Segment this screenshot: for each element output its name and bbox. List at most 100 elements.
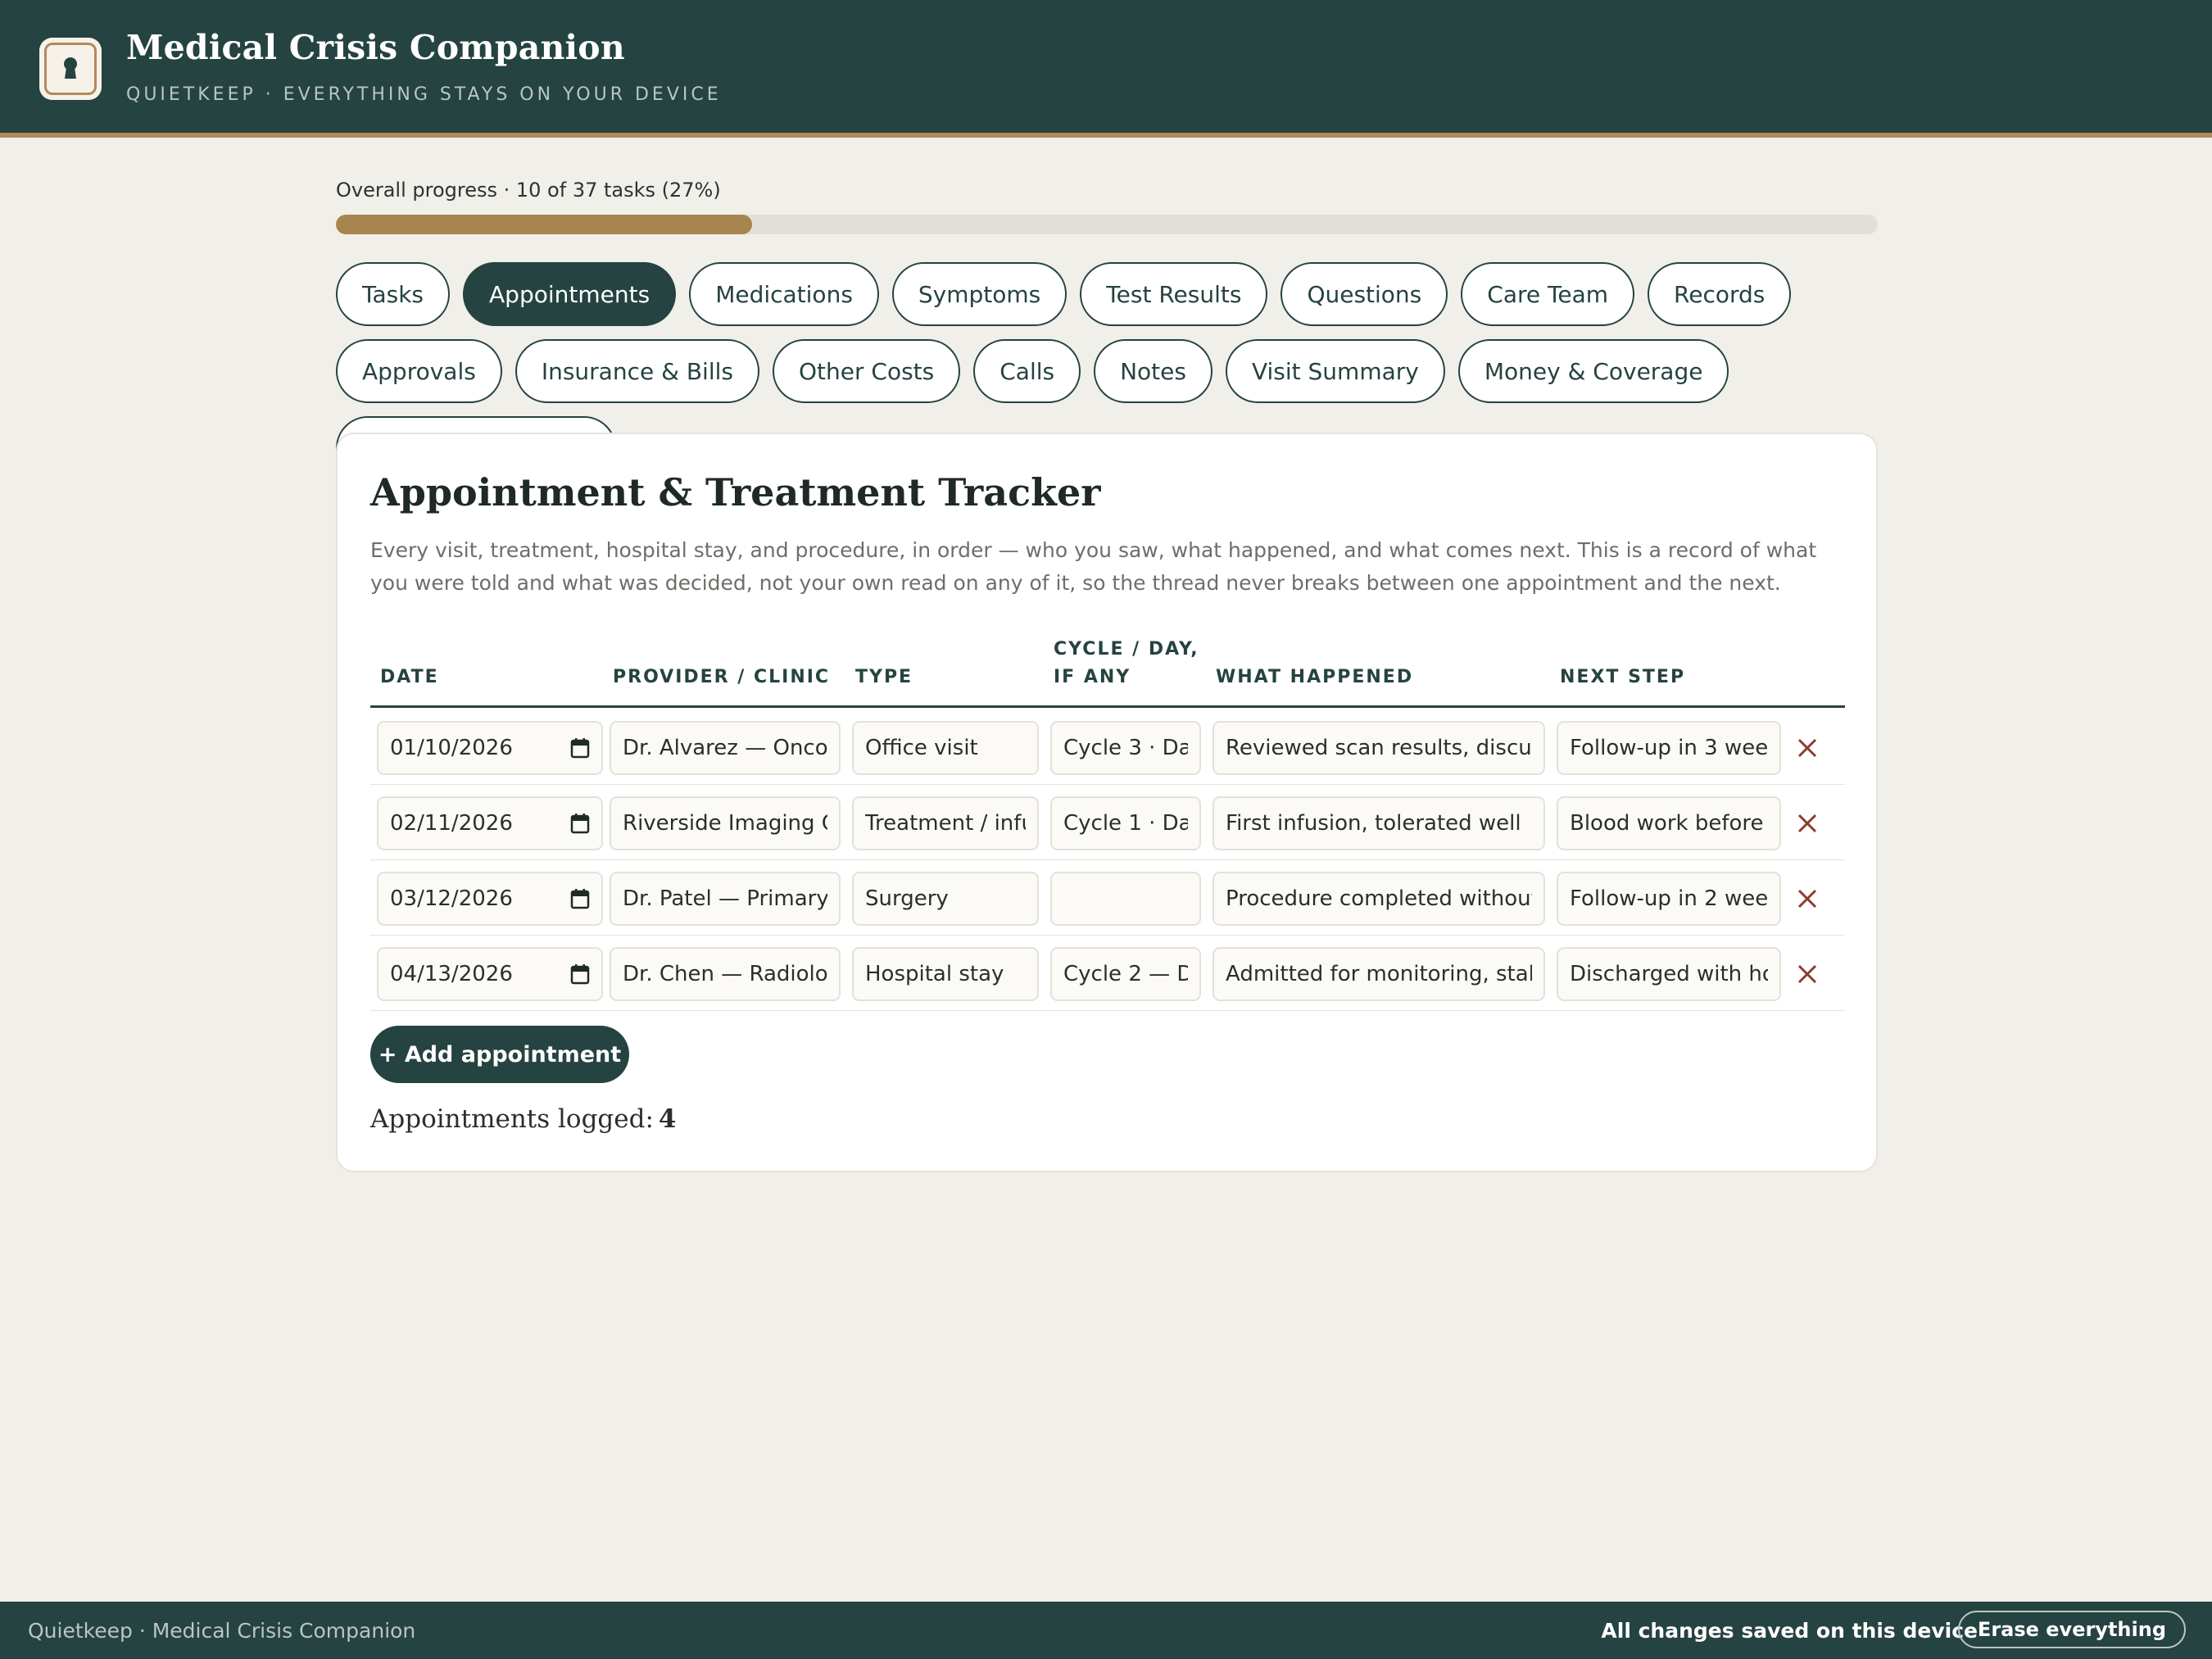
type-input-value: Treatment / infusion bbox=[865, 811, 1026, 836]
add-appointment-button[interactable]: + Add appointment bbox=[370, 1026, 629, 1083]
table-row: 03/12/2026 Dr. Patel — Primary care Surger… bbox=[370, 860, 1845, 936]
type-input[interactable]: Hospital stay bbox=[852, 947, 1039, 1001]
appointments-count-value: 4 bbox=[658, 1104, 677, 1134]
progress-bar bbox=[336, 215, 1878, 234]
calendar-icon[interactable] bbox=[570, 888, 590, 909]
tab-symptoms[interactable]: Symptoms bbox=[891, 262, 1067, 326]
table-header: DATE PROVIDER / CLINIC TYPE CYCLE / DAY,… bbox=[370, 629, 1845, 708]
tab-questions[interactable]: Questions bbox=[1281, 262, 1448, 326]
date-input-value: 01/10/2026 bbox=[390, 736, 513, 760]
next-step-input-value: Follow-up in 2 weeks bbox=[1570, 886, 1768, 911]
provider-input[interactable]: Dr. Patel — Primary care bbox=[610, 872, 841, 926]
column-header-date: DATE bbox=[380, 667, 439, 687]
tab-appointments[interactable]: Appointments bbox=[463, 262, 677, 326]
type-input-value: Surgery bbox=[865, 886, 949, 911]
delete-row-icon[interactable] bbox=[1792, 808, 1823, 839]
column-header-provider: PROVIDER / CLINIC bbox=[613, 667, 831, 687]
what-happened-input-value: First infusion, tolerated well bbox=[1226, 811, 1521, 836]
tab-care-team[interactable]: Care Team bbox=[1461, 262, 1635, 326]
delete-row-icon[interactable] bbox=[1792, 959, 1823, 990]
tab-records[interactable]: Records bbox=[1648, 262, 1792, 326]
appointments-count: Appointments logged: 4 bbox=[370, 1104, 676, 1134]
next-step-input-value: Follow-up in 3 weeks bbox=[1570, 736, 1768, 760]
next-step-input[interactable]: Follow-up in 3 weeks bbox=[1557, 721, 1781, 775]
provider-input[interactable]: Dr. Alvarez — Oncology bbox=[610, 721, 841, 775]
provider-input-value: Dr. Alvarez — Oncology bbox=[623, 736, 827, 760]
calendar-icon[interactable] bbox=[570, 963, 590, 985]
appointment-tracker-card: Appointment & Treatment Tracker Every vi… bbox=[336, 433, 1878, 1172]
column-header-what-happened: WHAT HAPPENED bbox=[1216, 667, 1414, 687]
column-header-next-step: NEXT STEP bbox=[1560, 667, 1686, 687]
tab-insurance-bills[interactable]: Insurance & Bills bbox=[514, 339, 759, 403]
progress-bar-fill bbox=[336, 215, 753, 234]
tab-medications[interactable]: Medications bbox=[689, 262, 879, 326]
table-row: 01/10/2026 Dr. Alvarez — Oncology Office v… bbox=[370, 709, 1845, 785]
type-input-value: Office visit bbox=[865, 736, 978, 760]
tab-money-coverage[interactable]: Money & Coverage bbox=[1457, 339, 1729, 403]
next-step-input[interactable]: Discharged with home care plan bbox=[1557, 947, 1781, 1001]
save-status: All changes saved on this device bbox=[1601, 1619, 1978, 1643]
type-input[interactable]: Office visit bbox=[852, 721, 1039, 775]
next-step-input-value: Blood work before next cycle bbox=[1570, 811, 1768, 836]
erase-everything-button[interactable]: Erase everything bbox=[1957, 1611, 2186, 1648]
column-header-cycle-line2: IF ANY bbox=[1054, 667, 1131, 687]
date-input-value: 04/13/2026 bbox=[390, 962, 513, 986]
what-happened-input[interactable]: First infusion, tolerated well bbox=[1213, 796, 1545, 850]
tab-calls[interactable]: Calls bbox=[973, 339, 1081, 403]
what-happened-input[interactable]: Admitted for monitoring, stable overnigh… bbox=[1213, 947, 1545, 1001]
date-input[interactable]: 03/12/2026 bbox=[377, 872, 603, 926]
app-title: Medical Crisis Companion bbox=[126, 28, 625, 67]
tab-test-results[interactable]: Test Results bbox=[1080, 262, 1268, 326]
cycle-input-value: Cycle 1 · Day 8 bbox=[1063, 811, 1188, 836]
type-input-value: Hospital stay bbox=[865, 962, 1004, 986]
tab-notes[interactable]: Notes bbox=[1094, 339, 1213, 403]
next-step-input[interactable]: Follow-up in 2 weeks bbox=[1557, 872, 1781, 926]
provider-input-value: Dr. Chen — Radiology bbox=[623, 962, 827, 986]
what-happened-input[interactable]: Procedure completed without complication… bbox=[1213, 872, 1545, 926]
date-input[interactable]: 01/10/2026 bbox=[377, 721, 603, 775]
app-footer: Quietkeep · Medical Crisis Companion All… bbox=[0, 1602, 2212, 1659]
table-row: 04/13/2026 Dr. Chen — Radiology Hospital s… bbox=[370, 936, 1845, 1011]
cycle-input[interactable]: Cycle 2 — Day 5 bbox=[1050, 947, 1201, 1001]
date-input[interactable]: 02/11/2026 bbox=[377, 796, 603, 850]
keyhole-icon bbox=[39, 38, 102, 100]
column-header-type: TYPE bbox=[855, 667, 913, 687]
what-happened-input[interactable]: Reviewed scan results, discussed plan bbox=[1213, 721, 1545, 775]
column-header-cycle: CYCLE / DAY, IF ANY bbox=[1054, 636, 1199, 691]
date-input-value: 02/11/2026 bbox=[390, 811, 513, 836]
provider-input[interactable]: Riverside Imaging Center bbox=[610, 796, 841, 850]
column-header-cycle-line1: CYCLE / DAY, bbox=[1054, 639, 1199, 660]
tracker-title: Appointment & Treatment Tracker bbox=[370, 470, 1101, 514]
what-happened-input-value: Admitted for monitoring, stable overnigh… bbox=[1226, 962, 1532, 986]
app-subtitle: QUIETKEEP · EVERYTHING STAYS ON YOUR DEV… bbox=[126, 84, 722, 105]
date-input-value: 03/12/2026 bbox=[390, 886, 513, 911]
cycle-input[interactable]: Cycle 3 · Day 1 bbox=[1050, 721, 1201, 775]
cycle-input[interactable]: Cycle 1 · Day 8 bbox=[1050, 796, 1201, 850]
type-input[interactable]: Treatment / infusion bbox=[852, 796, 1039, 850]
provider-input[interactable]: Dr. Chen — Radiology bbox=[610, 947, 841, 1001]
calendar-icon[interactable] bbox=[570, 813, 590, 834]
appointments-count-label: Appointments logged: bbox=[370, 1104, 654, 1134]
tab-visit-summary[interactable]: Visit Summary bbox=[1225, 339, 1445, 403]
footer-app-name: Quietkeep · Medical Crisis Companion bbox=[28, 1619, 416, 1643]
cycle-input-value: Cycle 2 — Day 5 bbox=[1063, 962, 1188, 986]
delete-row-icon[interactable] bbox=[1792, 883, 1823, 914]
app-header: Medical Crisis Companion QUIETKEEP · EVE… bbox=[0, 0, 2212, 138]
tab-approvals[interactable]: Approvals bbox=[336, 339, 502, 403]
tracker-description: Every visit, treatment, hospital stay, a… bbox=[370, 538, 1817, 595]
next-step-input[interactable]: Blood work before next cycle bbox=[1557, 796, 1781, 850]
calendar-icon[interactable] bbox=[570, 737, 590, 759]
provider-input-value: Dr. Patel — Primary care bbox=[623, 886, 827, 911]
provider-input-value: Riverside Imaging Center bbox=[623, 811, 827, 836]
tab-tasks[interactable]: Tasks bbox=[336, 262, 451, 326]
type-input[interactable]: Surgery bbox=[852, 872, 1039, 926]
date-input[interactable]: 04/13/2026 bbox=[377, 947, 603, 1001]
what-happened-input-value: Reviewed scan results, discussed plan bbox=[1226, 736, 1532, 760]
tab-other-costs[interactable]: Other Costs bbox=[772, 339, 961, 403]
table-row: 02/11/2026 Riverside Imaging Center Treatm… bbox=[370, 785, 1845, 860]
delete-row-icon[interactable] bbox=[1792, 732, 1823, 764]
what-happened-input-value: Procedure completed without complication… bbox=[1226, 886, 1532, 911]
progress-label: Overall progress · 10 of 37 tasks (27%) bbox=[336, 179, 721, 202]
next-step-input-value: Discharged with home care plan bbox=[1570, 962, 1768, 986]
cycle-input[interactable] bbox=[1050, 872, 1201, 926]
